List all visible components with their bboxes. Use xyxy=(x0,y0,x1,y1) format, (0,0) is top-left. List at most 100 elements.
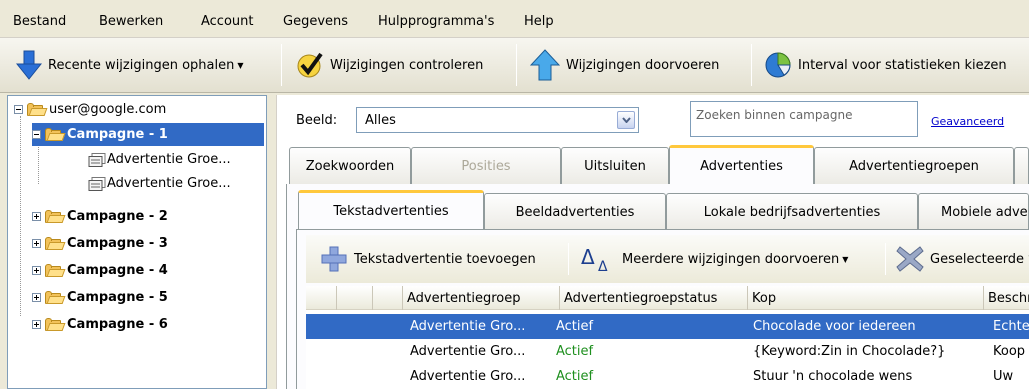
view-select-value: Alles xyxy=(365,112,396,128)
cell-status: Actief xyxy=(556,369,594,384)
header-headline[interactable]: Kop xyxy=(747,286,983,310)
expand-icon[interactable] xyxy=(32,293,41,302)
dropdown-arrow-icon[interactable]: ▼ xyxy=(842,255,848,264)
header-label: Beschrijving xyxy=(988,290,1029,306)
upload-arrow-icon xyxy=(530,49,560,81)
campaign-tree: user@google.com Campagne - 1 Advertentie… xyxy=(7,95,267,389)
check-changes-button[interactable]: Wijzigingen controleren xyxy=(296,46,483,84)
folder-icon xyxy=(27,102,48,117)
cell-adgroup: Advertentie Gro... xyxy=(410,344,526,359)
view-select[interactable]: Alles xyxy=(356,107,639,133)
tab-uitsluiten[interactable]: Uitsluiten xyxy=(561,147,669,184)
subtab-label: Beeldadvertenties xyxy=(515,204,635,220)
menu-bestand[interactable]: Bestand xyxy=(13,14,66,29)
folder-icon xyxy=(45,236,66,251)
download-arrow-icon xyxy=(16,50,42,80)
campaign-label: Campagne - 2 xyxy=(67,209,168,224)
add-text-ad-label: Tekstadvertentie toevoegen xyxy=(354,251,536,267)
svg-text:Δ: Δ xyxy=(581,245,595,269)
cell-description: Uw xyxy=(993,369,1014,384)
get-recent-changes-label: Recente wijzigingen ophalen xyxy=(48,57,235,73)
cell-description: Koop xyxy=(993,344,1026,359)
tree-campaign-4[interactable]: Campagne - 4 xyxy=(32,259,168,282)
folder-icon xyxy=(45,290,66,305)
header-description[interactable]: Beschrijving xyxy=(983,286,1029,310)
table-row[interactable]: Advertentie Gro... Actief Stuur 'n choco… xyxy=(306,364,1029,389)
tab-label: Advertenties xyxy=(700,158,783,174)
multiple-changes-button[interactable]: Δ Δ Meerdere wijzigingen doorvoeren ▼ xyxy=(580,235,848,283)
subtab-lokale-bedrijfsadvertenties[interactable]: Lokale bedrijfsadvertenties xyxy=(666,193,918,230)
action-separator xyxy=(885,243,886,275)
stats-interval-button[interactable]: Interval voor statistieken kiezen xyxy=(764,46,1029,84)
chevron-down-icon[interactable] xyxy=(617,111,635,129)
get-recent-changes-button[interactable]: Recente wijzigingen ophalen ▼ xyxy=(16,46,244,84)
post-changes-label: Wijzigingen doorvoeren xyxy=(566,57,720,73)
menu-account[interactable]: Account xyxy=(201,14,254,29)
campaign-search-input[interactable]: Zoeken binnen campagne xyxy=(690,101,918,137)
delta-icon: Δ Δ xyxy=(581,245,608,273)
tree-campaign-2[interactable]: Campagne - 2 xyxy=(32,205,168,228)
tree-campaign-6[interactable]: Campagne - 6 xyxy=(32,313,168,336)
adgroup-label: Advertentie Groe... xyxy=(107,152,231,167)
tab-advertenties[interactable]: Advertenties xyxy=(669,145,814,184)
tab-zoekwoorden[interactable]: Zoekwoorden xyxy=(289,147,411,184)
collapse-icon[interactable] xyxy=(32,130,41,139)
post-changes-button[interactable]: Wijzigingen doorvoeren xyxy=(530,46,719,84)
panel-splitter[interactable] xyxy=(268,95,274,389)
folder-icon xyxy=(45,209,66,224)
text-ads-table: Advertentiegroep Advertentiegroepstatus … xyxy=(306,286,1029,389)
pie-chart-icon xyxy=(765,52,791,78)
tab-label: Posities xyxy=(461,158,511,174)
tab-overflow[interactable] xyxy=(1014,147,1029,184)
menu-gegevens[interactable]: Gegevens xyxy=(283,14,348,29)
header-label: Kop xyxy=(752,290,777,306)
subtab-beeldadvertenties[interactable]: Beeldadvertenties xyxy=(484,193,666,230)
header-label: Advertentiegroepstatus xyxy=(564,290,718,306)
cell-status: Actief xyxy=(556,319,594,334)
tab-label: Zoekwoorden xyxy=(305,158,395,174)
header-adgroup[interactable]: Advertentiegroep xyxy=(402,286,559,310)
menu-hulpprogrammas[interactable]: Hulpprogramma's xyxy=(378,14,494,29)
tree-campaign-3[interactable]: Campagne - 3 xyxy=(32,232,168,255)
delete-selected-button[interactable]: Geselecteerde verwijderen xyxy=(896,235,1029,283)
dropdown-arrow-icon[interactable]: ▼ xyxy=(237,61,243,70)
tab-advertentiegroepen[interactable]: Advertentiegroepen xyxy=(814,147,1014,184)
stats-interval-label: Interval voor statistieken kiezen xyxy=(798,57,1007,73)
cell-headline: {Keyword:Zin in Chocolade?} xyxy=(753,344,946,359)
add-text-ad-button[interactable]: Tekstadvertentie toevoegen xyxy=(320,235,536,283)
table-row[interactable]: Advertentie Gro... Actief Chocolade voor… xyxy=(306,314,1029,339)
cell-status: Actief xyxy=(556,344,594,359)
header-adgroup-status[interactable]: Advertentiegroepstatus xyxy=(559,286,747,310)
multiple-changes-label: Meerdere wijzigingen doorvoeren xyxy=(622,251,840,267)
table-row[interactable]: Advertentie Gro... Actief {Keyword:Zin i… xyxy=(306,339,1029,364)
advanced-search-link[interactable]: Geavanceerd xyxy=(931,115,1029,128)
expand-icon[interactable] xyxy=(32,239,41,248)
header-cell-blank[interactable] xyxy=(336,286,372,310)
tree-campaign-1[interactable]: Campagne - 1 xyxy=(32,123,264,146)
toolbar-separator xyxy=(516,44,517,86)
table-header: Advertentiegroep Advertentiegroepstatus … xyxy=(306,286,1029,310)
tree-adgroup[interactable]: Advertentie Groe... xyxy=(88,172,231,195)
tree-account[interactable]: user@google.com xyxy=(14,98,166,121)
expand-icon[interactable] xyxy=(32,212,41,221)
menu-bewerken[interactable]: Bewerken xyxy=(99,14,163,29)
collapse-icon[interactable] xyxy=(14,105,23,114)
campaign-label: Campagne - 5 xyxy=(67,290,168,305)
folder-icon xyxy=(45,317,66,332)
checkmark-icon xyxy=(297,52,323,78)
header-cell-blank[interactable] xyxy=(306,286,336,310)
cell-headline: Stuur 'n chocolade wens xyxy=(753,369,913,384)
campaign-label: Campagne - 1 xyxy=(67,127,168,142)
tree-campaign-5[interactable]: Campagne - 5 xyxy=(32,286,168,309)
subtab-mobiele-advertenties[interactable]: Mobiele advertenties xyxy=(918,193,1029,230)
subtab-tekstadvertenties[interactable]: Tekstadvertenties xyxy=(298,190,484,229)
header-cell-blank[interactable] xyxy=(372,286,402,310)
menu-help[interactable]: Help xyxy=(524,14,554,29)
delete-selected-label: Geselecteerde verwijderen xyxy=(930,251,1029,267)
tree-adgroup[interactable]: Advertentie Groe... xyxy=(88,148,231,171)
tab-posities: Posities xyxy=(411,147,561,184)
check-changes-label: Wijzigingen controleren xyxy=(330,57,484,73)
search-placeholder: Zoeken binnen campagne xyxy=(696,108,853,122)
expand-icon[interactable] xyxy=(32,320,41,329)
expand-icon[interactable] xyxy=(32,266,41,275)
